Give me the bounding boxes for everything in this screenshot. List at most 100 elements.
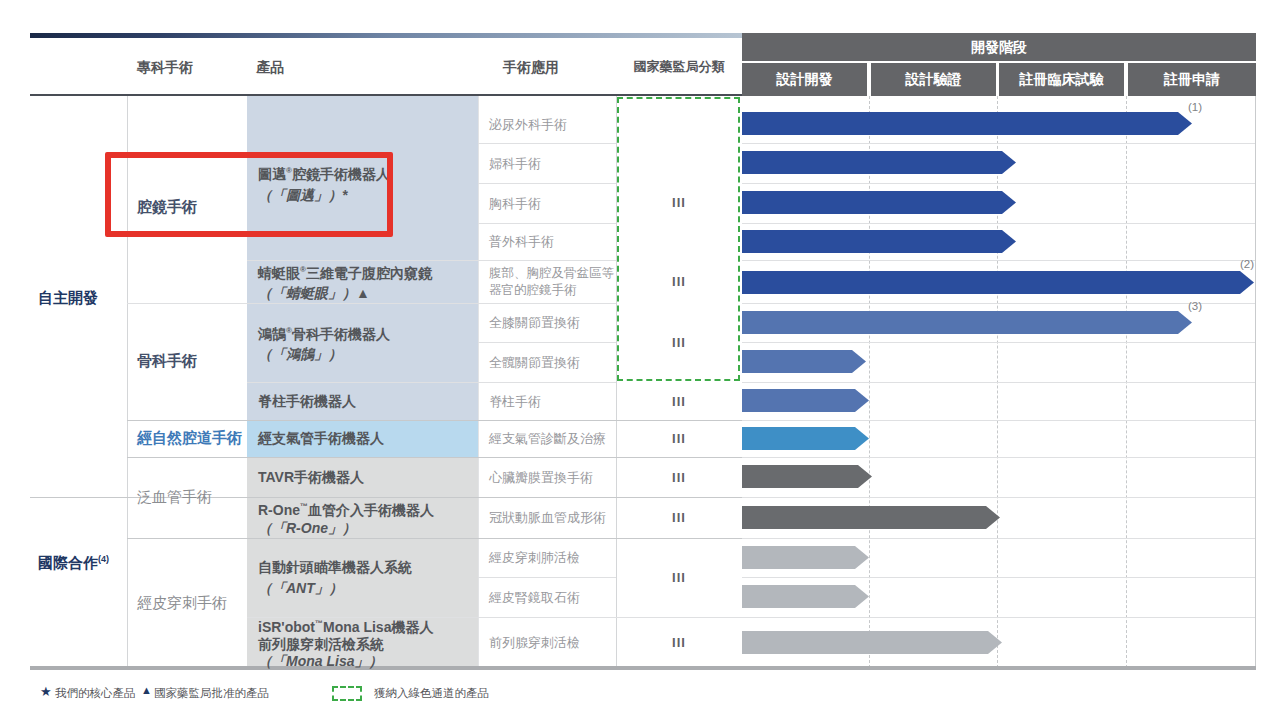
col-header-classification: 國家藥監局分類 xyxy=(616,52,742,82)
product-alias: （「ANT」） xyxy=(258,578,478,599)
progress-arrow-kidney xyxy=(742,585,869,608)
row-divider xyxy=(742,223,1255,224)
legend-nmpa-approved: 國家藥監局批准的產品 xyxy=(154,686,269,701)
application-cell: 經皮穿刺肺活檢 xyxy=(478,538,618,577)
application-cell: 胸科手術 xyxy=(478,183,618,223)
classification-cell: III xyxy=(616,457,742,497)
product-name: 蜻蜓眼®三維電子腹腔內窺鏡 xyxy=(258,259,478,284)
row-divider xyxy=(742,457,1255,458)
product-tavr-robot: TAVR手術機器人 xyxy=(247,457,478,497)
classification-cell: III xyxy=(616,190,742,214)
specialty-percutaneous: 經皮穿刺手術 xyxy=(127,538,245,668)
row-divider xyxy=(742,382,1255,383)
product-alias: （「蜻蜓眼」）▲ xyxy=(258,283,478,304)
product-name: 鴻鵠®骨科手術機器人 xyxy=(258,320,478,345)
product-name: TAVR手術機器人 xyxy=(258,467,478,488)
progress-arrow-general xyxy=(742,230,1016,253)
row-divider xyxy=(742,577,1255,578)
product-name: iSR'obot™Mona Lisa機器人 xyxy=(258,615,478,636)
col-header-application: 手術應用 xyxy=(503,52,559,82)
product-mona-lisa: iSR'obot™Mona Lisa機器人前列腺穿刺活檢系統（「Mona Lis… xyxy=(247,617,478,668)
application-cell: 泌尿外科手術 xyxy=(478,96,618,143)
product-name: 自動針頭瞄準機器人系統 xyxy=(258,557,478,578)
top-gradient-bar xyxy=(30,33,742,38)
stage-header-clinical-trial: 註冊臨床試驗 xyxy=(999,63,1124,96)
row-divider xyxy=(742,342,1255,343)
progress-arrow-knee xyxy=(742,311,1192,334)
product-alias: （「鴻鵠」） xyxy=(258,344,478,365)
application-cell: 前列腺穿刺活檢 xyxy=(478,617,618,668)
progress-arrow-tavr xyxy=(742,465,872,488)
application-cell: 腹部、胸腔及骨盆區等 器官的腔鏡手術 xyxy=(478,260,618,303)
group-label-sup: (4) xyxy=(98,554,109,564)
application-cell: 全膝關節置換術 xyxy=(478,303,618,342)
red-highlight-box xyxy=(105,152,393,237)
product-name: R-One™血管介入手術機器人 xyxy=(258,497,478,520)
progress-arrow-gynecology xyxy=(742,151,1016,174)
footnote-ref-1: (1) xyxy=(1188,101,1202,113)
product-alias: （「R-One」） xyxy=(258,519,478,538)
stage-header-title: 開發階段 xyxy=(742,33,1256,61)
progress-arrow-bronchial xyxy=(742,427,869,450)
stage-header-design-verify: 設計驗證 xyxy=(871,63,996,96)
row-divider xyxy=(742,617,1255,618)
progress-arrow-lung-biopsy xyxy=(742,546,869,569)
classification-cell: III xyxy=(616,260,742,303)
row-divider xyxy=(742,143,1255,144)
classification-cell: III xyxy=(616,303,742,382)
progress-arrow-thoracic xyxy=(742,191,1016,214)
group-label-text: 國際合作 xyxy=(38,554,98,571)
group-label-text: 自主開發 xyxy=(38,289,98,306)
row-divider xyxy=(742,538,1255,539)
footnote-ref-2: (2) xyxy=(1240,258,1254,270)
classification-cell: III xyxy=(616,497,742,538)
application-cell: 心臟瓣膜置換手術 xyxy=(478,457,618,497)
classification-cell: III xyxy=(616,382,742,420)
pipeline-table: 專科手術 產品 手術應用 國家藥監局分類 開發階段 設計開發 設計驗證 註冊臨床… xyxy=(0,0,1281,712)
legend-core-product: 我們的核心產品 xyxy=(55,686,136,701)
classification-cell: III xyxy=(616,420,742,457)
progress-arrow-spine xyxy=(742,389,869,412)
triangle-icon: ▲ xyxy=(141,684,152,696)
classification-cell: III xyxy=(616,538,742,617)
row-divider xyxy=(742,260,1255,261)
specialty-orthopedic: 骨科手術 xyxy=(127,303,245,420)
group-label-self-developed: 自主開發 xyxy=(38,289,98,308)
progress-arrow-dragonfly xyxy=(742,271,1254,294)
footnote-ref-3: (3) xyxy=(1188,300,1202,312)
product-dragonfly-eye: 蜻蜓眼®三維電子腹腔內窺鏡（「蜻蜓眼」）▲ xyxy=(247,260,478,303)
row-divider xyxy=(742,420,1255,421)
specialty-natural-orifice: 經自然腔道手術 xyxy=(127,420,245,457)
application-cell: 冠狀動脈血管成形術 xyxy=(478,497,618,538)
product-ant: 自動針頭瞄準機器人系統（「ANT」） xyxy=(247,538,478,617)
product-name: 脊柱手術機器人 xyxy=(258,391,478,412)
legend-green-channel: 獲納入綠色通道的產品 xyxy=(374,686,489,701)
divider xyxy=(1255,96,1256,668)
product-name: 經支氣管手術機器人 xyxy=(258,428,478,449)
col-header-specialty: 專科手術 xyxy=(137,52,193,82)
col-header-product: 產品 xyxy=(256,52,284,82)
progress-arrow-rone xyxy=(742,506,1000,529)
progress-arrow-prostate xyxy=(742,631,1002,654)
application-cell: 婦科手術 xyxy=(478,143,618,183)
application-cell: 脊柱手術 xyxy=(478,382,618,420)
product-spine-robot: 脊柱手術機器人 xyxy=(247,382,478,420)
group-label-international: 國際合作(4) xyxy=(38,554,109,573)
stage-header-design-dev: 設計開發 xyxy=(742,63,867,96)
specialty-panvascular: 泛血管手術 xyxy=(127,457,245,538)
application-cell: 經皮腎鏡取石術 xyxy=(478,577,618,617)
product-rone: R-One™血管介入手術機器人（「R-One」） xyxy=(247,497,478,538)
product-honghu: 鴻鵠®骨科手術機器人（「鴻鵠」） xyxy=(247,303,478,382)
classification-cell: III xyxy=(616,617,742,668)
product-bronchial-robot: 經支氣管手術機器人 xyxy=(247,420,478,457)
star-icon: ★ xyxy=(40,684,52,699)
row-divider xyxy=(742,183,1255,184)
progress-arrow-hip xyxy=(742,350,866,373)
row-divider xyxy=(742,303,1255,304)
application-cell: 全髖關節置換術 xyxy=(478,342,618,382)
product-alias: （「Mona Lisa」） xyxy=(258,653,478,670)
application-cell: 普外科手術 xyxy=(478,223,618,260)
product-name: 前列腺穿刺活檢系統 xyxy=(258,636,478,653)
progress-arrow-urology xyxy=(742,112,1192,135)
row-divider xyxy=(742,497,1255,498)
